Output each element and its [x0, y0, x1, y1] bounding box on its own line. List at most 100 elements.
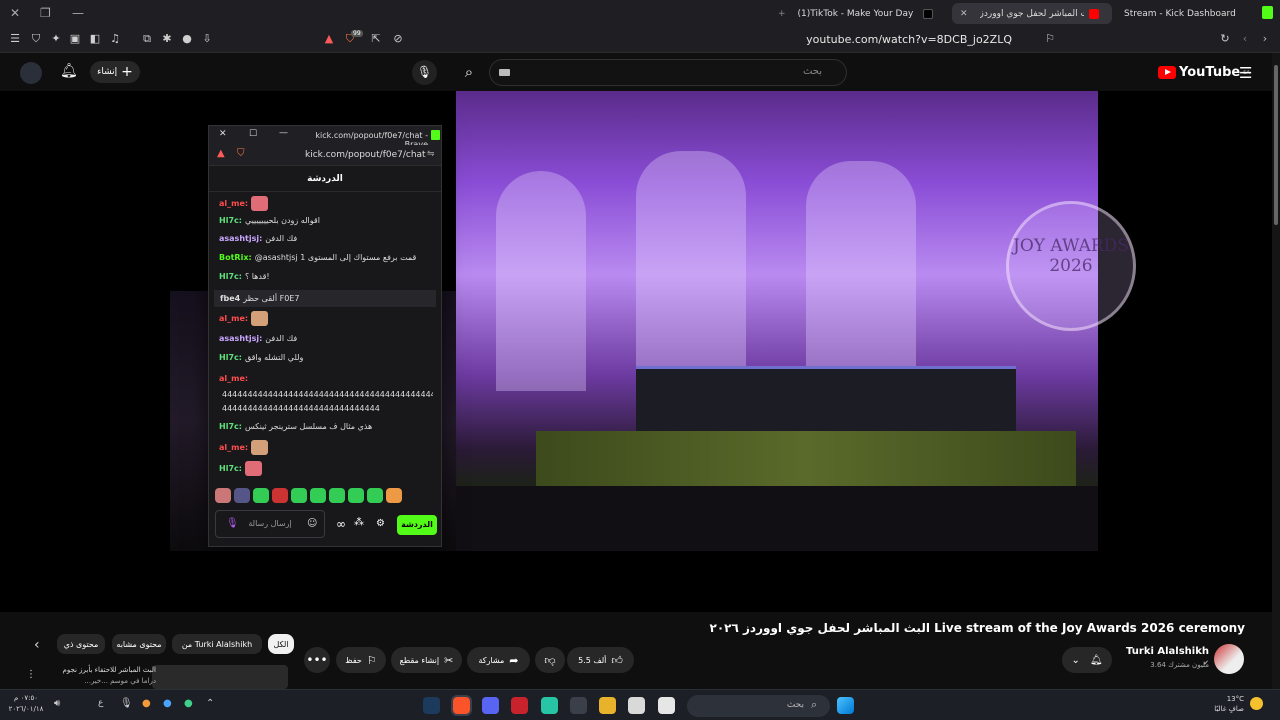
brave-shield-icon[interactable]: ⛉ — [237, 148, 245, 159]
video-player[interactable]: JOY AWARDS 2026 — [0, 91, 1272, 612]
store-icon[interactable] — [628, 697, 645, 714]
emote-icon[interactable] — [348, 488, 364, 503]
emote-icon[interactable] — [291, 488, 307, 503]
app-icon[interactable] — [541, 697, 558, 714]
menu-icon[interactable]: ☰ — [8, 32, 22, 46]
chat-message-list[interactable]: al_me: Hl7c: اقواله زودن بلحيييييييي asasht… — [209, 192, 441, 484]
minimize-icon[interactable]: — — [279, 128, 288, 138]
close-tab-icon[interactable]: ✕ — [960, 9, 968, 19]
tab-tiktok[interactable]: + (1)TikTok - Make Your Day — [770, 3, 946, 24]
file-explorer-icon[interactable] — [599, 697, 616, 714]
scrollbar-thumb[interactable] — [1274, 65, 1278, 225]
windows-start-icon[interactable] — [837, 697, 854, 714]
address-bar[interactable]: youtube.com/watch?v=8DCB_jo2ZLQ — [430, 29, 1060, 51]
app-icon[interactable] — [570, 697, 587, 714]
dislike-button[interactable]: 👎︎ — [535, 647, 565, 673]
create-button[interactable]: إنشاء + — [90, 61, 140, 83]
emote-icon[interactable] — [272, 488, 288, 503]
recommended-item[interactable]: البث المباشر للاحتفاء بأبرز نجوم ...درام… — [12, 665, 292, 687]
voice-search-mic-icon[interactable]: 🎙︎ — [412, 60, 437, 85]
chat-username[interactable]: Hl7c: — [219, 464, 242, 473]
kick-chat-popout-window[interactable]: ✕ ☐ — kick.com/popout/f0e7/chat - Brave … — [208, 125, 442, 547]
tabs-icon[interactable]: ▣ — [68, 32, 82, 46]
chat-username[interactable]: al_me: — [219, 443, 248, 452]
infinity-icon[interactable]: ∞ — [336, 517, 346, 531]
music-icon[interactable]: ♫ — [108, 32, 122, 46]
emote-icon[interactable] — [310, 488, 326, 503]
kebab-menu-icon[interactable]: ⋮ — [26, 669, 36, 680]
chat-username[interactable]: al_me: — [219, 374, 248, 383]
taskbar-clock[interactable]: ٠٧:٥٠ م ٢٠٢٦/٠١/١٨ — [4, 693, 48, 715]
mic-icon[interactable]: 🎙︎ — [226, 511, 239, 537]
tray-app-icon[interactable]: ● — [184, 698, 193, 709]
points-icon[interactable]: ⁂ — [354, 517, 364, 528]
settings-gear-icon[interactable]: ⚙ — [376, 518, 385, 529]
chip-all[interactable]: الكل — [268, 634, 294, 654]
brave-rewards-icon[interactable]: ▲ — [217, 148, 225, 159]
reload-icon[interactable]: ↻ — [1218, 32, 1232, 46]
share-button[interactable]: مشاركة ➦ — [467, 647, 530, 673]
tray-app-icon[interactable]: ● — [142, 698, 151, 709]
youtube-logo[interactable]: YouTube SA — [1158, 65, 1250, 80]
chat-username[interactable]: Hl7c: — [219, 422, 242, 431]
chat-window-titlebar[interactable]: ✕ ☐ — kick.com/popout/f0e7/chat - Brave — [209, 126, 441, 149]
cookie-icon[interactable]: ● — [180, 32, 194, 46]
chips-prev-arrow-icon[interactable]: ‹ — [34, 637, 40, 653]
emote-icon[interactable] — [386, 488, 402, 503]
language-icon[interactable]: ع — [98, 698, 103, 708]
forward-icon[interactable]: › — [1258, 32, 1272, 46]
chip-more[interactable]: محتوى ذي — [57, 634, 105, 654]
notifications-bell-icon[interactable]: 🔔︎ — [60, 63, 78, 79]
clip-button[interactable]: إنشاء مقطع ✂ — [391, 647, 462, 673]
chat-message-input[interactable]: 🎙︎ إرسال رسالة ☺ — [215, 510, 325, 538]
emote-icon[interactable] — [367, 488, 383, 503]
steam-icon[interactable]: ● — [163, 698, 172, 709]
chat-username[interactable]: Hl7c: — [219, 353, 242, 362]
sidebar-icon[interactable]: ◧ — [88, 32, 102, 46]
weather-widget[interactable]: 13°C صافٍ غالبًا — [1204, 694, 1264, 714]
shield-icon[interactable]: ⛉ — [29, 32, 43, 46]
like-button[interactable]: 5.5 ألف 👍︎ — [567, 647, 634, 673]
chat-address-bar[interactable]: ▲ ⛉ kick.com/popout/f0e7/chat ⇋ — [209, 145, 441, 166]
new-tab-icon[interactable]: + — [778, 9, 786, 19]
screenshot-icon[interactable]: ⧉ — [140, 32, 154, 46]
chip-from-channel[interactable]: من Turki Alalshikh — [172, 634, 262, 654]
share-icon[interactable]: ⇱ — [369, 32, 383, 46]
chat-send-button[interactable]: الدردشة — [397, 515, 437, 535]
taskbar-search-input[interactable]: بحث ⌕ — [687, 695, 830, 717]
chat-username[interactable]: fbe4 — [220, 294, 240, 303]
account-avatar[interactable] — [20, 62, 42, 84]
mic-icon[interactable]: 🎙︎ — [120, 698, 133, 709]
emote-icon[interactable] — [234, 488, 250, 503]
minimize-icon[interactable]: — — [72, 6, 84, 20]
emote-icon[interactable] — [329, 488, 345, 503]
chat-username[interactable]: Hl7c: — [219, 216, 242, 225]
tune-icon[interactable]: ⇋ — [427, 149, 435, 159]
chat-username[interactable]: al_me: — [219, 199, 248, 208]
emoji-icon[interactable]: ☺ — [307, 511, 317, 537]
save-button[interactable]: حفظ ⚐ — [336, 647, 386, 673]
subscription-bell-button[interactable]: ⌄ 🔔︎ — [1062, 647, 1112, 673]
download-icon[interactable]: ⇩ — [200, 32, 214, 46]
tab-kick-dashboard[interactable]: Stream - Kick Dashboard — [1116, 3, 1266, 24]
bookmark-icon[interactable]: ⚐ — [1043, 32, 1057, 46]
chevron-up-icon[interactable]: ⌃ — [206, 698, 214, 709]
close-icon[interactable]: ✕ — [219, 129, 227, 139]
steam-icon[interactable] — [423, 697, 440, 714]
guide-menu-icon[interactable]: ☰ — [1239, 64, 1252, 82]
chip-related[interactable]: محتوى مشابه — [112, 634, 166, 654]
discord-icon[interactable] — [482, 697, 499, 714]
chat-username[interactable]: Hl7c: — [219, 272, 242, 281]
puzzle-icon[interactable]: ✱ — [160, 32, 174, 46]
chat-username[interactable]: BotRix: — [219, 253, 252, 262]
chat-username[interactable]: asashtjsj: — [219, 334, 262, 343]
close-window-icon[interactable]: ✕ — [10, 6, 20, 20]
search-input[interactable]: بحث — [489, 59, 847, 86]
search-icon[interactable]: ⌕ — [452, 59, 486, 86]
tab-youtube[interactable]: ✕ البث المباشر لحفل جوي اووردز — [952, 3, 1112, 24]
maximize-icon[interactable]: ❐ — [40, 6, 51, 20]
brave-rewards-icon[interactable]: ▲ — [322, 32, 336, 46]
channel-avatar[interactable] — [1214, 644, 1244, 674]
extensions-icon[interactable]: ✦ — [49, 32, 63, 46]
emote-icon[interactable] — [253, 488, 269, 503]
